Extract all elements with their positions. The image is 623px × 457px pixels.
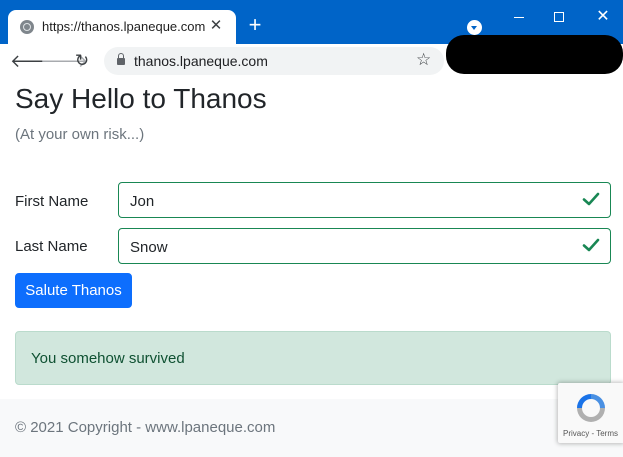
maximize-icon <box>554 12 564 22</box>
globe-icon <box>20 20 34 34</box>
window-close-button[interactable]: ✕ <box>590 6 616 28</box>
tab-search-icon[interactable] <box>467 20 482 35</box>
tab-close-icon[interactable]: ✕ <box>206 16 226 36</box>
reload-icon[interactable]: ↻ <box>70 49 94 73</box>
recaptcha-badge[interactable]: Privacy - Terms <box>558 383 623 443</box>
last-name-label: Last Name <box>15 238 88 255</box>
forward-arrow-icon[interactable]: 🡒 <box>40 49 88 73</box>
redacted-profile-area-top <box>528 38 618 50</box>
valid-check-icon <box>582 192 600 206</box>
page-title: Say Hello to Thanos <box>15 83 267 114</box>
page-subtitle: (At your own risk...) <box>15 126 145 143</box>
first-name-label: First Name <box>15 193 89 210</box>
lock-icon <box>117 53 125 66</box>
back-arrow-icon[interactable]: 🡐 <box>10 49 58 73</box>
alert-message: You somehow survived <box>31 350 185 367</box>
first-name-field[interactable] <box>118 182 611 218</box>
last-name-input[interactable] <box>130 237 570 257</box>
footer-copyright: © 2021 Copyright - www.lpaneque.com <box>15 419 276 436</box>
success-alert: You somehow survived <box>15 331 611 385</box>
page-content: Say Hello to Thanos (At your own risk...… <box>0 78 623 457</box>
maximize-button[interactable] <box>546 6 572 28</box>
footer: © 2021 Copyright - www.lpaneque.com <box>0 399 623 457</box>
recaptcha-logo-icon <box>577 394 605 422</box>
browser-tab[interactable]: https://thanos.lpaneque.com ✕ <box>8 10 236 44</box>
recaptcha-terms-link[interactable]: Privacy - Terms <box>558 429 623 438</box>
new-tab-button[interactable]: + <box>244 14 266 36</box>
address-text: thanos.lpaneque.com <box>134 53 268 69</box>
bookmark-star-icon[interactable]: ☆ <box>416 50 431 70</box>
salute-thanos-button[interactable]: Salute Thanos <box>15 273 132 308</box>
last-name-field[interactable] <box>118 228 611 264</box>
address-bar[interactable]: thanos.lpaneque.com ☆ <box>104 47 444 75</box>
minimize-icon <box>514 17 524 18</box>
valid-check-icon <box>582 238 600 252</box>
first-name-input[interactable] <box>130 191 570 211</box>
minimize-button[interactable] <box>506 6 532 28</box>
tab-title: https://thanos.lpaneque.com <box>42 19 206 34</box>
